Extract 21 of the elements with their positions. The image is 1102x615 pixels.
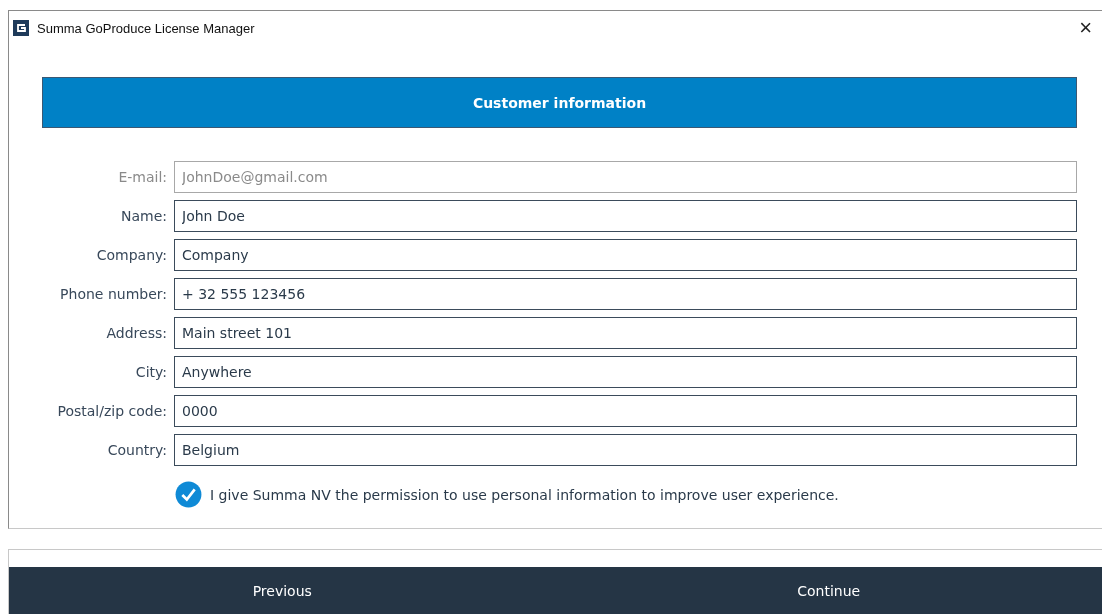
- field-label: Company:: [95, 247, 168, 263]
- input-field[interactable]: Main street 101: [174, 317, 1077, 349]
- input-field[interactable]: Belgium: [174, 434, 1077, 466]
- close-button[interactable]: ×: [1075, 17, 1096, 39]
- field-label: Country:: [106, 442, 168, 458]
- field-label: Postal/zip code:: [56, 403, 168, 419]
- input-field[interactable]: Anywhere: [174, 356, 1077, 388]
- input-field[interactable]: + 32 555 123456: [174, 278, 1077, 310]
- field-label: Name:: [119, 208, 168, 224]
- checkbox[interactable]: [175, 481, 202, 508]
- input-field[interactable]: Company: [174, 239, 1077, 271]
- consent-label: I give Summa NV the permission to use personal information to improve user experience.: [210, 486, 839, 503]
- field-label: City:: [134, 364, 168, 380]
- input-field[interactable]: John Doe: [174, 200, 1077, 232]
- field-label: Address:: [105, 325, 168, 341]
- field-label: Phone number:: [59, 286, 168, 302]
- app-logo-icon: [13, 20, 29, 36]
- field-label: E-mail:: [117, 169, 168, 185]
- section-header: Customer information: [42, 77, 1077, 128]
- input-field[interactable]: 0000: [174, 395, 1077, 427]
- window-title: Summa GoProduce License Manager: [37, 20, 255, 36]
